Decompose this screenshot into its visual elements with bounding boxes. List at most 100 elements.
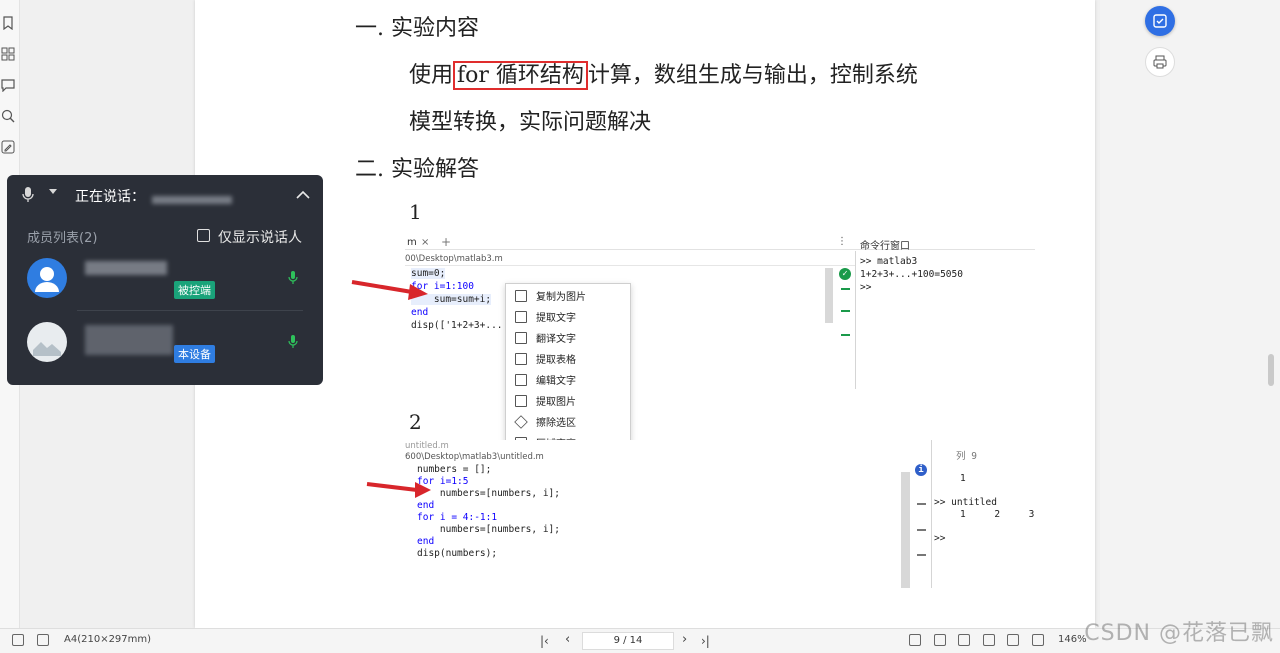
cmd-line: >> untitled bbox=[934, 497, 997, 508]
gutter-mark bbox=[841, 310, 850, 312]
red-arrow-2 bbox=[366, 482, 431, 498]
matlab-screenshot-2: untitled.m 600\Desktop\matlab3\untitled.… bbox=[405, 440, 1035, 588]
code-line: disp(numbers); bbox=[417, 548, 498, 559]
chevron-down-icon[interactable] bbox=[49, 189, 57, 194]
divider bbox=[405, 265, 855, 266]
avatar bbox=[27, 322, 67, 362]
editor-tab[interactable]: m bbox=[407, 237, 417, 248]
close-icon[interactable]: × bbox=[421, 237, 429, 248]
gutter-mark bbox=[841, 334, 850, 336]
editor-tab[interactable]: untitled.m bbox=[405, 441, 449, 451]
code-line: end bbox=[417, 536, 435, 547]
signature-icon[interactable] bbox=[1, 139, 17, 155]
eraser-icon bbox=[514, 414, 528, 429]
code-line: numbers=[numbers, i]; bbox=[417, 488, 560, 499]
collapse-icon[interactable] bbox=[296, 189, 310, 199]
speaker-name-redacted bbox=[152, 196, 232, 204]
microphone-icon[interactable] bbox=[288, 271, 298, 285]
sidebar-toggle-icon[interactable] bbox=[12, 634, 24, 646]
page-number-input[interactable]: 9 / 14 bbox=[582, 632, 674, 650]
single-page-icon[interactable] bbox=[909, 634, 921, 646]
cmd-line: 1 2 3 4 5 4 3 2 1 bbox=[960, 509, 1035, 520]
speaking-label: 正在说话： bbox=[75, 189, 145, 205]
section-heading-1: 一. 实验内容 bbox=[355, 16, 479, 41]
table-icon bbox=[515, 352, 527, 365]
page-scrollbar-thumb[interactable] bbox=[1268, 354, 1274, 386]
next-page-icon[interactable]: › bbox=[682, 632, 687, 647]
matlab-screenshot-1: m × + ⋮ 命令行窗口 00\Desktop\matlab3.m sum=0… bbox=[405, 234, 1035, 389]
code-line: for i = 4:-1:1 bbox=[417, 512, 498, 523]
command-window-title: 命令行窗口 bbox=[860, 241, 910, 252]
highlighted-text: for 循环结构 bbox=[453, 61, 588, 90]
voice-call-panel: 正在说话： 成员列表(2) 仅显示说话人 被控端 本设备 bbox=[7, 175, 323, 385]
menu-item-copy-as-image[interactable]: 复制为图片 bbox=[506, 285, 630, 306]
item-number-1: 1 bbox=[409, 200, 422, 224]
app-window: 一. 实验内容 使用 for 循环结构 计算，数组生成与输出，控制系统 模型转换，实… bbox=[0, 0, 1280, 653]
only-speaker-checkbox[interactable] bbox=[197, 229, 210, 242]
code-line: numbers=[numbers, i]; bbox=[417, 524, 560, 535]
watermark: CSDN @花落已飘 bbox=[1084, 621, 1274, 646]
more-icon[interactable]: ⋮ bbox=[837, 236, 847, 247]
menu-item-edit-text[interactable]: 编辑文字 bbox=[506, 369, 630, 390]
menu-item-erase-selection[interactable]: 擦除选区 bbox=[506, 411, 630, 432]
command-window: >> matlab3 1+2+3+...+100=5050 >> bbox=[855, 251, 1035, 389]
ai-assistant-button[interactable] bbox=[1145, 6, 1175, 36]
item-number-2: 2 bbox=[409, 410, 422, 434]
context-menu: 复制为图片 提取文字 翻译文字 提取表格 编辑文字 提取图片 擦除选区 区域高亮 bbox=[505, 283, 631, 453]
gutter-mark bbox=[841, 288, 850, 290]
paragraph-prefix: 使用 bbox=[409, 63, 454, 88]
fit-page-icon[interactable] bbox=[934, 634, 946, 646]
paragraph-line-1: 使用 for 循环结构 计算，数组生成与输出，控制系统 bbox=[409, 57, 918, 90]
last-page-icon[interactable]: ›| bbox=[701, 634, 710, 648]
two-page-icon[interactable] bbox=[1032, 634, 1044, 646]
editor-scrollbar[interactable] bbox=[901, 472, 910, 588]
prev-page-icon[interactable]: ‹ bbox=[565, 632, 570, 647]
comment-icon[interactable] bbox=[1, 77, 17, 93]
menu-item-extract-image[interactable]: 提取图片 bbox=[506, 390, 630, 411]
thumbnails-icon[interactable] bbox=[1, 46, 17, 62]
reading-mode-icon[interactable] bbox=[1007, 634, 1019, 646]
microphone-icon[interactable] bbox=[288, 335, 298, 349]
cmd-line: >> bbox=[860, 282, 872, 293]
image-icon bbox=[515, 289, 527, 302]
zoom-level[interactable]: 146% bbox=[1058, 634, 1087, 645]
only-speaker-label[interactable]: 仅显示说话人 bbox=[218, 227, 302, 247]
gutter-mark bbox=[917, 554, 926, 556]
voice-panel-header: 正在说话： bbox=[7, 175, 323, 215]
editor-tabbar: m × + ⋮ 命令行窗口 bbox=[405, 234, 1035, 252]
file-path: 600\Desktop\matlab3\untitled.m bbox=[405, 452, 544, 462]
edit-icon bbox=[515, 373, 527, 386]
file-path: 00\Desktop\matlab3.m bbox=[405, 254, 503, 264]
cmd-line: 1 bbox=[960, 473, 966, 484]
divider bbox=[77, 310, 303, 311]
red-arrow-1 bbox=[351, 280, 428, 300]
cmd-line: >> bbox=[934, 533, 946, 544]
add-tab-icon[interactable]: + bbox=[441, 235, 451, 249]
paragraph-suffix: 计算，数组生成与输出，控制系统 bbox=[587, 63, 918, 88]
check-icon: ✓ bbox=[839, 268, 851, 280]
microphone-icon[interactable] bbox=[21, 186, 35, 204]
search-icon[interactable] bbox=[1, 108, 17, 124]
image-icon bbox=[515, 394, 527, 407]
page-view-icon[interactable] bbox=[37, 634, 49, 646]
continuous-view-icon[interactable] bbox=[983, 634, 995, 646]
status-badge: 被控端 bbox=[174, 281, 215, 299]
fit-width-icon[interactable] bbox=[958, 634, 970, 646]
editor-scrollbar[interactable] bbox=[825, 268, 833, 323]
avatar bbox=[27, 258, 67, 298]
menu-item-extract-table[interactable]: 提取表格 bbox=[506, 348, 630, 369]
text-icon bbox=[515, 310, 527, 323]
gutter-mark bbox=[917, 529, 926, 531]
first-page-icon[interactable]: |‹ bbox=[540, 634, 549, 648]
paragraph-line-2: 模型转换，实际问题解决 bbox=[409, 110, 652, 135]
bookmark-icon[interactable] bbox=[1, 15, 17, 31]
member-name-redacted bbox=[85, 261, 167, 275]
menu-item-translate-text[interactable]: 翻译文字 bbox=[506, 327, 630, 348]
print-icon[interactable] bbox=[1145, 47, 1175, 77]
member-name-redacted bbox=[85, 325, 173, 355]
gutter-mark bbox=[917, 503, 926, 505]
paper-size: A4(210×297mm) bbox=[64, 634, 152, 645]
info-icon: i bbox=[915, 464, 927, 476]
code-line: disp(['1+2+3+... bbox=[411, 320, 503, 331]
menu-item-extract-text[interactable]: 提取文字 bbox=[506, 306, 630, 327]
